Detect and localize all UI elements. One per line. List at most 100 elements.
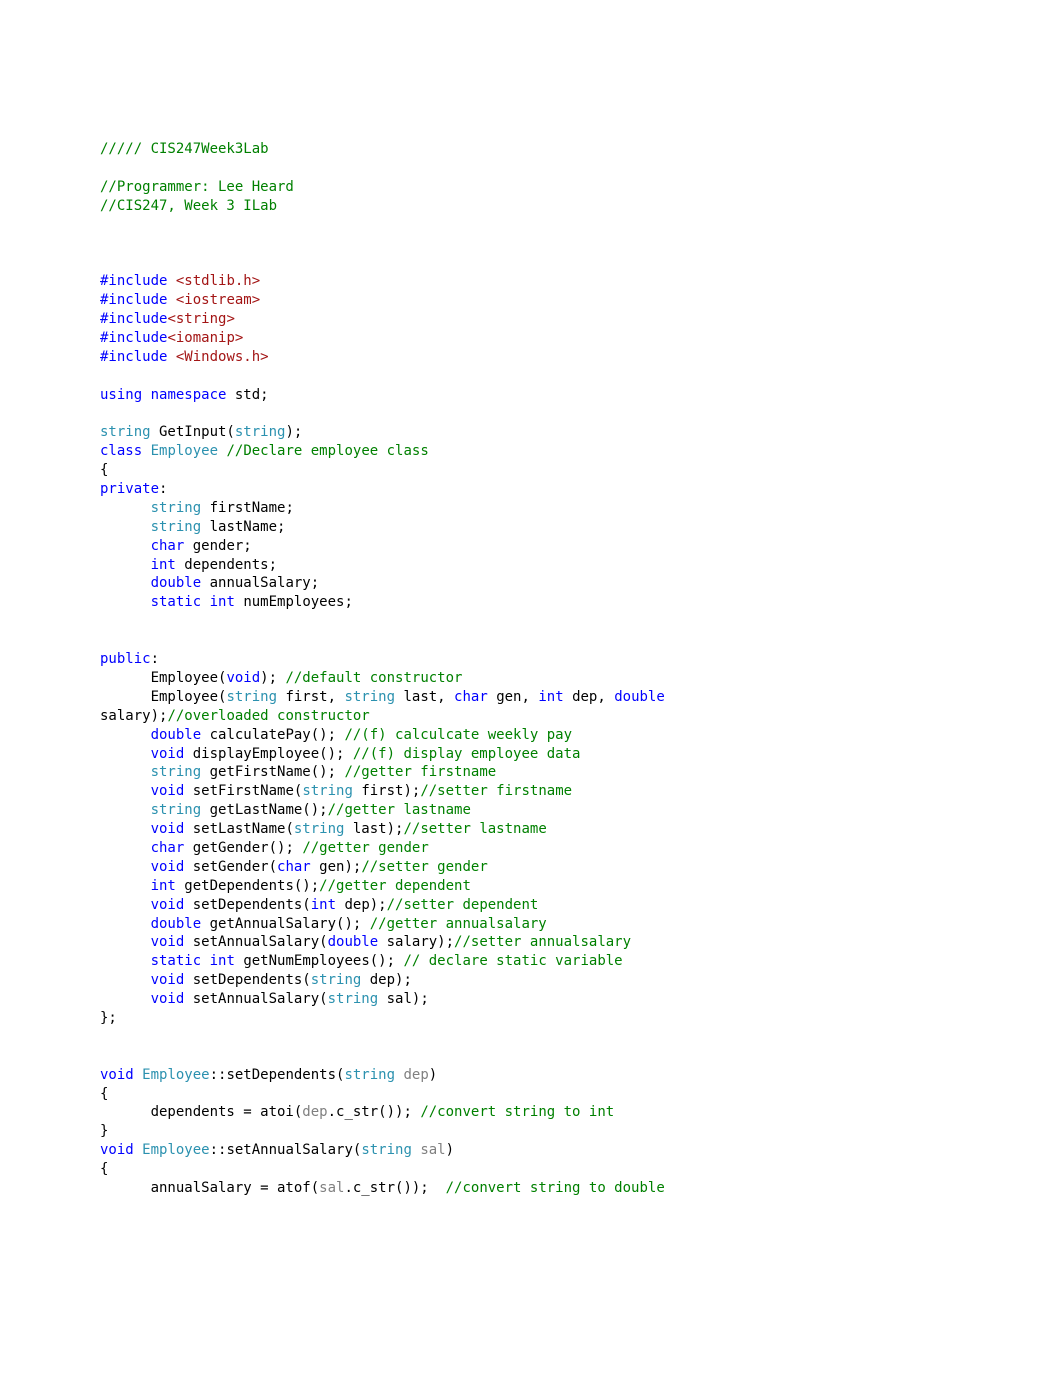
code-token: ///// CIS247Week3Lab xyxy=(100,141,269,157)
code-token: } xyxy=(100,1123,108,1139)
code-token: ); xyxy=(285,424,302,440)
code-token: string xyxy=(235,424,286,440)
code-token: //getter annualsalary xyxy=(370,916,547,932)
code-token: { xyxy=(100,1086,108,1102)
code-token: void xyxy=(151,972,185,988)
code-token: #include xyxy=(100,330,167,346)
code-token: string xyxy=(361,1142,412,1158)
code-token: // declare static variable xyxy=(403,953,622,969)
code-token: string xyxy=(302,783,353,799)
code-token: getLastName(); xyxy=(201,802,327,818)
code-token: public xyxy=(100,651,151,667)
code-token: <iomanip> xyxy=(167,330,243,346)
code-token: getGender(); xyxy=(184,840,302,856)
code-token: #include xyxy=(100,349,167,365)
code-token: string xyxy=(328,991,379,1007)
code-token: //convert string to double xyxy=(446,1180,665,1196)
code-token: int xyxy=(538,689,563,705)
code-token: firstName; xyxy=(201,500,294,516)
code-token: setLastName( xyxy=(184,821,294,837)
code-token: #include xyxy=(100,292,167,308)
code-token: setGender( xyxy=(184,859,277,875)
code-token: //setter firstname xyxy=(420,783,572,799)
code-token: ::setAnnualSalary( xyxy=(210,1142,362,1158)
code-token: dep, xyxy=(564,689,615,705)
code-token xyxy=(167,273,175,289)
code-token: setAnnualSalary( xyxy=(184,934,327,950)
code-token: calculatePay(); xyxy=(201,727,344,743)
code-token: std; xyxy=(226,387,268,403)
code-token: //default constructor xyxy=(285,670,462,686)
code-block: ///// CIS247Week3Lab //Programmer: Lee H… xyxy=(100,141,673,1196)
code-token: //convert string to int xyxy=(420,1104,614,1120)
code-token: gen); xyxy=(311,859,362,875)
code-token: void xyxy=(151,859,185,875)
code-token xyxy=(201,953,209,969)
code-token: sal); xyxy=(378,991,429,1007)
code-token: char xyxy=(151,538,185,554)
code-token: salary); xyxy=(100,708,167,724)
code-token: double xyxy=(328,934,379,950)
code-token xyxy=(100,727,151,743)
code-token xyxy=(100,764,151,780)
code-token: setDependents( xyxy=(184,972,310,988)
code-token: string xyxy=(226,689,277,705)
code-token: string xyxy=(311,972,362,988)
code-token: double xyxy=(151,575,202,591)
code-token: void xyxy=(151,991,185,1007)
code-token: //getter lastname xyxy=(328,802,471,818)
code-token: string xyxy=(344,689,395,705)
code-token: <stdlib.h> xyxy=(176,273,260,289)
code-token xyxy=(100,746,151,762)
code-token: //Programmer: Lee Heard xyxy=(100,179,294,195)
code-token: string xyxy=(151,764,202,780)
code-token: int xyxy=(311,897,336,913)
code-token: lastName; xyxy=(201,519,285,535)
code-token: <string> xyxy=(167,311,234,327)
code-token xyxy=(100,972,151,988)
code-token: annualSalary; xyxy=(201,575,319,591)
code-token xyxy=(100,519,151,535)
code-token xyxy=(100,557,151,573)
code-token: void xyxy=(100,1142,134,1158)
code-token: double xyxy=(151,916,202,932)
code-token xyxy=(100,594,151,610)
code-token: char xyxy=(277,859,311,875)
code-token xyxy=(100,878,151,894)
code-token: //getter dependent xyxy=(319,878,471,894)
code-token: Employee xyxy=(142,1142,209,1158)
code-token: void xyxy=(151,897,185,913)
code-token: #include xyxy=(100,273,167,289)
code-token: <iostream> xyxy=(176,292,260,308)
code-document: ///// CIS247Week3Lab //Programmer: Lee H… xyxy=(0,0,1062,1377)
code-token: .c_str()); xyxy=(344,1180,445,1196)
code-token: ) xyxy=(429,1067,437,1083)
code-token: double xyxy=(151,727,202,743)
code-token xyxy=(100,783,151,799)
code-token: string xyxy=(151,519,202,535)
code-token: : xyxy=(159,481,167,497)
code-token xyxy=(134,1067,142,1083)
code-token: double xyxy=(614,689,665,705)
code-token: dependents = atoi( xyxy=(100,1104,302,1120)
code-token xyxy=(100,953,151,969)
code-token: dep); xyxy=(336,897,387,913)
code-token: last, xyxy=(395,689,454,705)
code-token: int xyxy=(151,878,176,894)
code-token: getDependents(); xyxy=(176,878,319,894)
code-token: void xyxy=(151,746,185,762)
code-token xyxy=(201,594,209,610)
code-token xyxy=(100,802,151,818)
code-token xyxy=(100,538,151,554)
code-token: //setter gender xyxy=(361,859,487,875)
code-token: dep xyxy=(302,1104,327,1120)
code-token: void xyxy=(226,670,260,686)
code-token: sal xyxy=(319,1180,344,1196)
code-token xyxy=(167,349,175,365)
code-token: numEmployees; xyxy=(235,594,353,610)
code-token: annualSalary = atof( xyxy=(100,1180,319,1196)
code-token: setFirstName( xyxy=(184,783,302,799)
code-token: int xyxy=(210,594,235,610)
code-token: namespace xyxy=(151,387,227,403)
code-token: void xyxy=(100,1067,134,1083)
